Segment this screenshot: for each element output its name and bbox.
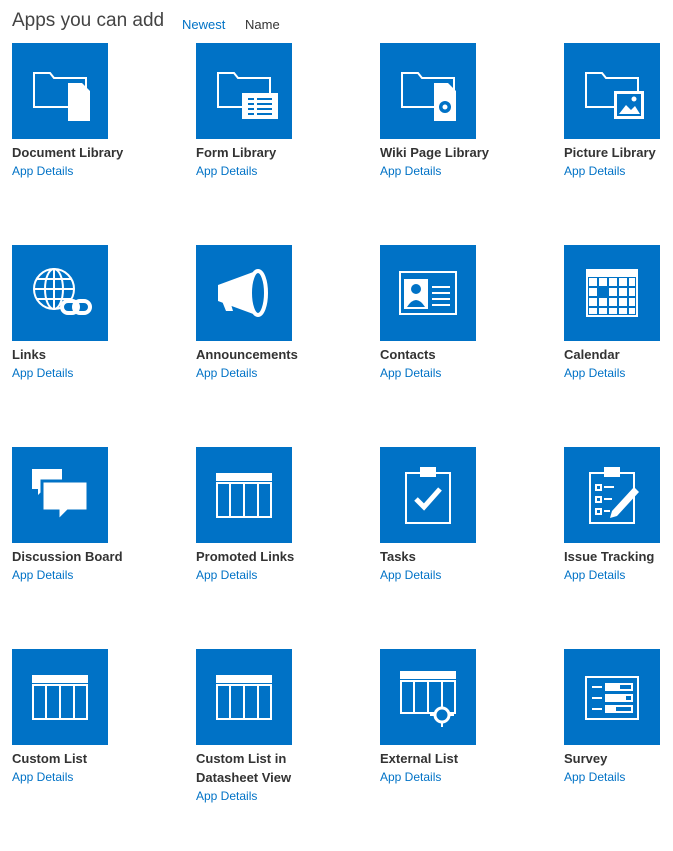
app-tile-wiki-page-library: Wiki Page Library App Details [380,43,532,245]
app-details-link[interactable]: App Details [196,364,257,383]
app-tile-picture-library: Picture Library App Details [564,43,673,245]
app-details-link[interactable]: App Details [564,364,625,383]
app-tile-custom-list-datasheet: Custom List in Datasheet View App Detail… [196,649,348,851]
megaphone-icon [218,269,268,317]
app-name[interactable]: Survey [564,749,673,768]
app-tile-tasks: Tasks App Details [380,447,532,649]
app-tile-promoted-links: Promoted Links App Details [196,447,348,649]
form-library-icon [217,72,278,119]
app-details-link[interactable]: App Details [196,162,257,181]
form-library-tile-button[interactable] [196,43,292,139]
survey-tile-button[interactable] [564,649,660,745]
promoted-links-tile-button[interactable] [196,447,292,543]
custom-list-tile-button[interactable] [12,649,108,745]
app-tile-custom-list: Custom List App Details [12,649,164,851]
app-tile-issue-tracking: Issue Tracking App Details [564,447,673,649]
custom-list-datasheet-tile-button[interactable] [196,649,292,745]
custom-list-icon [32,675,88,720]
app-tile-external-list: External List App Details [380,649,532,851]
app-tile-survey: Survey App Details [564,649,673,851]
app-name[interactable]: Links [12,345,142,364]
app-details-link[interactable]: App Details [564,566,625,585]
app-details-link[interactable]: App Details [12,364,73,383]
app-details-link[interactable]: App Details [196,787,257,806]
datasheet-list-icon [216,675,272,720]
app-tile-links: Links App Details [12,245,164,447]
links-icon [33,268,92,315]
app-tile-contacts: Contacts App Details [380,245,532,447]
app-name[interactable]: Form Library [196,143,326,162]
wiki-page-library-icon [401,72,456,121]
app-details-link[interactable]: App Details [380,768,441,787]
document-library-icon [33,72,90,121]
picture-library-icon [585,72,644,119]
links-tile-button[interactable] [12,245,108,341]
app-name[interactable]: Discussion Board [12,547,142,566]
issue-tracking-tile-button[interactable] [564,447,660,543]
external-list-tile-button[interactable] [380,649,476,745]
app-name[interactable]: Picture Library [564,143,673,162]
app-details-link[interactable]: App Details [196,566,257,585]
app-details-link[interactable]: App Details [380,566,441,585]
app-name[interactable]: Document Library [12,143,142,162]
app-name[interactable]: Issue Tracking [564,547,673,566]
app-tile-announcements: Announcements App Details [196,245,348,447]
contacts-tile-button[interactable] [380,245,476,341]
sort-name-link[interactable]: Name [245,17,280,32]
app-name[interactable]: Tasks [380,547,510,566]
app-tile-discussion-board: Discussion Board App Details [12,447,164,649]
tasks-tile-button[interactable] [380,447,476,543]
app-details-link[interactable]: App Details [12,566,73,585]
app-details-link[interactable]: App Details [564,768,625,787]
clipboard-pencil-icon [589,467,639,524]
app-name[interactable]: Calendar [564,345,673,364]
clipboard-check-icon [405,467,451,524]
app-name[interactable]: Custom List [12,749,142,768]
calendar-icon [586,269,638,317]
discussion-board-tile-button[interactable] [12,447,108,543]
app-tile-form-library: Form Library App Details [196,43,348,245]
external-list-icon [400,671,456,727]
page-title: Apps you can add [12,10,165,31]
promoted-links-icon [216,473,272,518]
app-name[interactable]: Announcements [196,345,326,364]
picture-library-tile-button[interactable] [564,43,660,139]
app-name[interactable]: Custom List in Datasheet View [196,749,326,787]
app-tile-document-library: Document Library App Details [12,43,164,245]
app-name[interactable]: Wiki Page Library [380,143,510,162]
wiki-page-library-tile-button[interactable] [380,43,476,139]
app-details-link[interactable]: App Details [380,162,441,181]
sort-newest-link[interactable]: Newest [182,17,225,32]
app-details-link[interactable]: App Details [564,162,625,181]
app-details-link[interactable]: App Details [12,768,73,787]
app-details-link[interactable]: App Details [380,364,441,383]
app-name[interactable]: Contacts [380,345,510,364]
document-library-tile-button[interactable] [12,43,108,139]
apps-grid: Document Library App Details Form Librar… [12,43,660,851]
app-name[interactable]: External List [380,749,510,768]
announcements-tile-button[interactable] [196,245,292,341]
app-details-link[interactable]: App Details [12,162,73,181]
app-name[interactable]: Promoted Links [196,547,326,566]
app-tile-calendar: Calendar App Details [564,245,673,447]
contact-card-icon [399,271,457,315]
speech-bubbles-icon [32,469,90,525]
calendar-tile-button[interactable] [564,245,660,341]
survey-icon [585,676,639,720]
